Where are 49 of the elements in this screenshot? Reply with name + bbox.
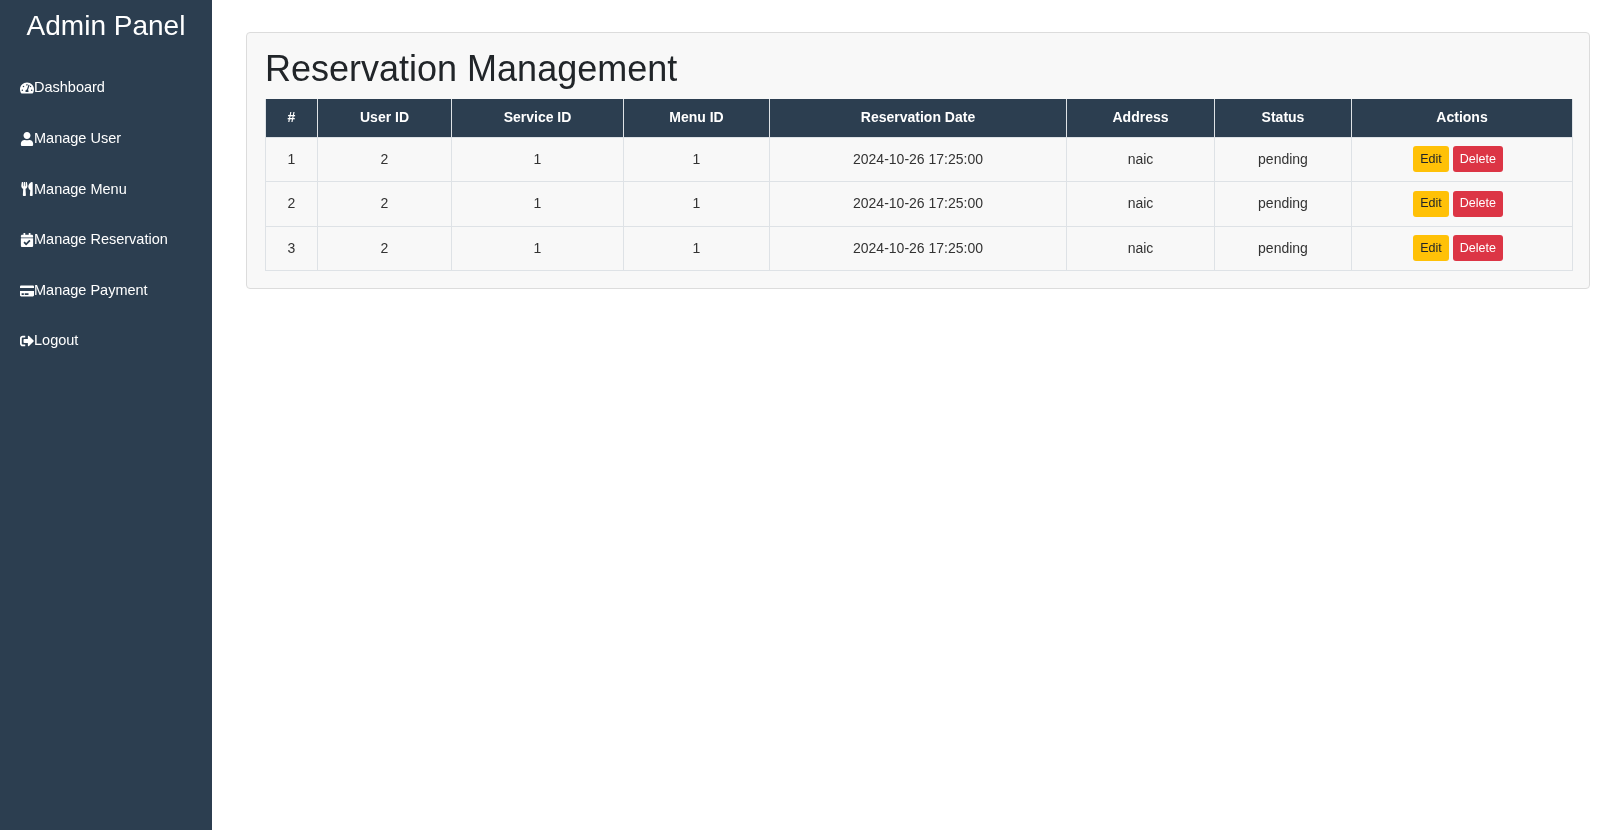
sidebar-link[interactable]: Manage User	[20, 113, 122, 165]
column-header: Address	[1066, 99, 1215, 137]
sidebar-link[interactable]: Dashboard	[20, 63, 105, 114]
table-cell: 1	[265, 137, 318, 182]
table-cell: 2	[317, 137, 452, 182]
page-title: Reservation Management	[265, 48, 678, 90]
utensils-icon	[20, 182, 34, 197]
sidebar-link[interactable]: Manage Reservation	[20, 214, 168, 266]
table-cell: 2024-10-26 17:25:00	[769, 137, 1067, 182]
column-header: Service ID	[451, 99, 624, 137]
table-cell: 3	[265, 226, 318, 271]
edit-button[interactable]: Edit	[1413, 190, 1449, 217]
sidebar-link[interactable]: Logout	[20, 315, 79, 367]
table-cell: 2	[265, 181, 318, 226]
edit-button[interactable]: Edit	[1413, 235, 1449, 262]
delete-button[interactable]: Delete	[1452, 146, 1503, 173]
column-header: Reservation Date	[769, 99, 1067, 137]
table-cell: naic	[1066, 226, 1215, 271]
table-cell: 2	[317, 181, 452, 226]
table-cell: pending	[1214, 181, 1352, 226]
table-cell: naic	[1066, 181, 1215, 226]
table-cell: 1	[623, 137, 770, 182]
logout-icon	[20, 334, 34, 349]
sidebar-link[interactable]: Manage Payment	[20, 265, 148, 316]
table-cell: 2024-10-26 17:25:00	[769, 226, 1067, 271]
table-cell: 1	[623, 226, 770, 271]
delete-button[interactable]: Delete	[1452, 235, 1503, 262]
table-cell: pending	[1214, 137, 1352, 182]
user-icon	[20, 131, 34, 146]
column-header: Menu ID	[623, 99, 770, 137]
table-cell: 2024-10-26 17:25:00	[769, 181, 1067, 226]
table-cell: naic	[1066, 137, 1215, 182]
calendar-check-icon	[20, 233, 34, 248]
gauge-icon	[20, 81, 34, 96]
table-cell: 1	[623, 181, 770, 226]
edit-button[interactable]: Edit	[1413, 146, 1449, 173]
sidebar-link[interactable]: Manage Menu	[20, 164, 127, 215]
credit-card-icon	[20, 283, 34, 298]
table-cell: 1	[451, 181, 624, 226]
column-header: #	[265, 99, 318, 137]
table-cell: pending	[1214, 226, 1352, 271]
table-cell: 1	[451, 226, 624, 271]
column-header: User ID	[317, 99, 452, 137]
table-cell: 1	[451, 137, 624, 182]
delete-button[interactable]: Delete	[1452, 190, 1503, 217]
column-header: Status	[1214, 99, 1352, 137]
column-header: Actions	[1351, 99, 1573, 137]
sidebar-title: Admin Panel	[26, 9, 186, 43]
table-cell: 2	[317, 226, 452, 271]
